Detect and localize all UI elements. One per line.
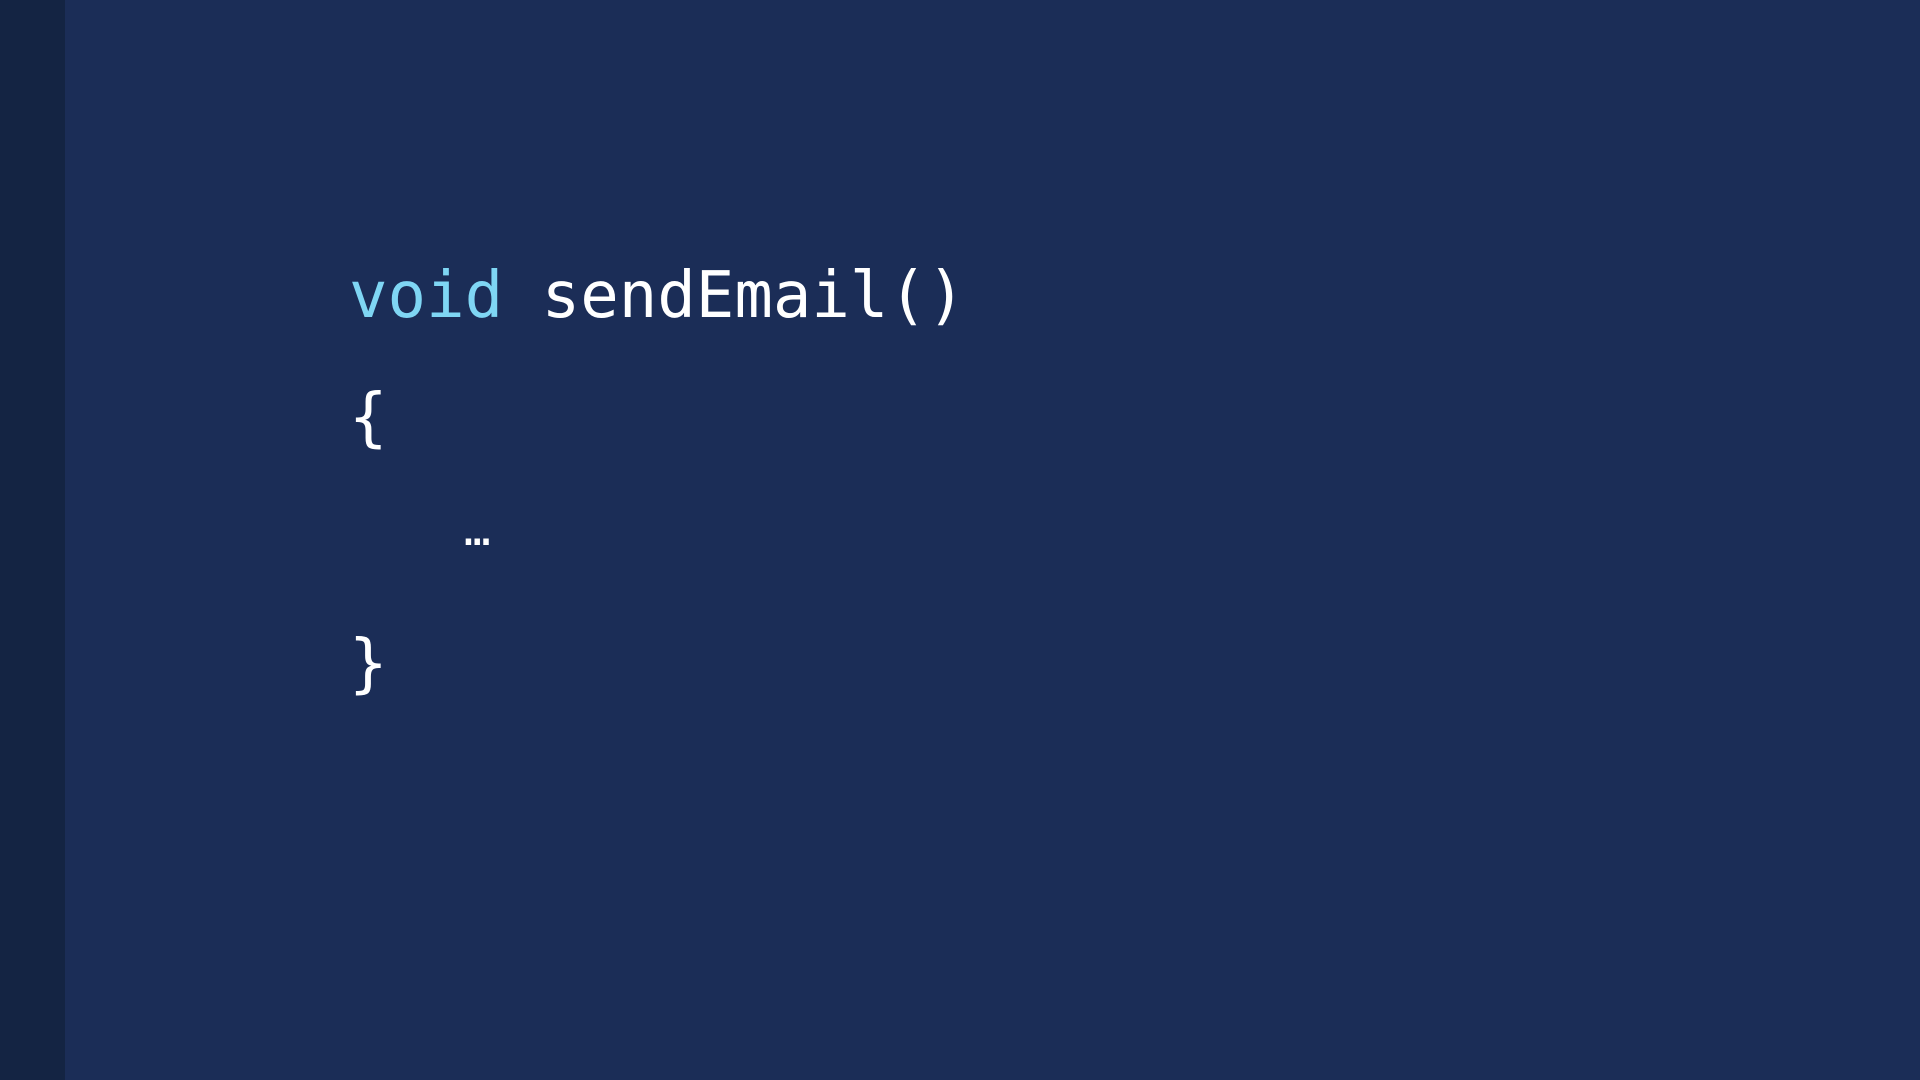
keyword-void: void (349, 259, 504, 333)
slide-canvas: void sendEmail() { … } (0, 0, 1920, 1080)
left-accent-strip (0, 0, 65, 1080)
open-brace: { (349, 381, 388, 455)
close-brace: } (349, 627, 388, 701)
function-signature: sendEmail() (503, 259, 966, 333)
code-line-signature: void sendEmail() (349, 264, 966, 328)
ellipsis: … (464, 505, 491, 556)
